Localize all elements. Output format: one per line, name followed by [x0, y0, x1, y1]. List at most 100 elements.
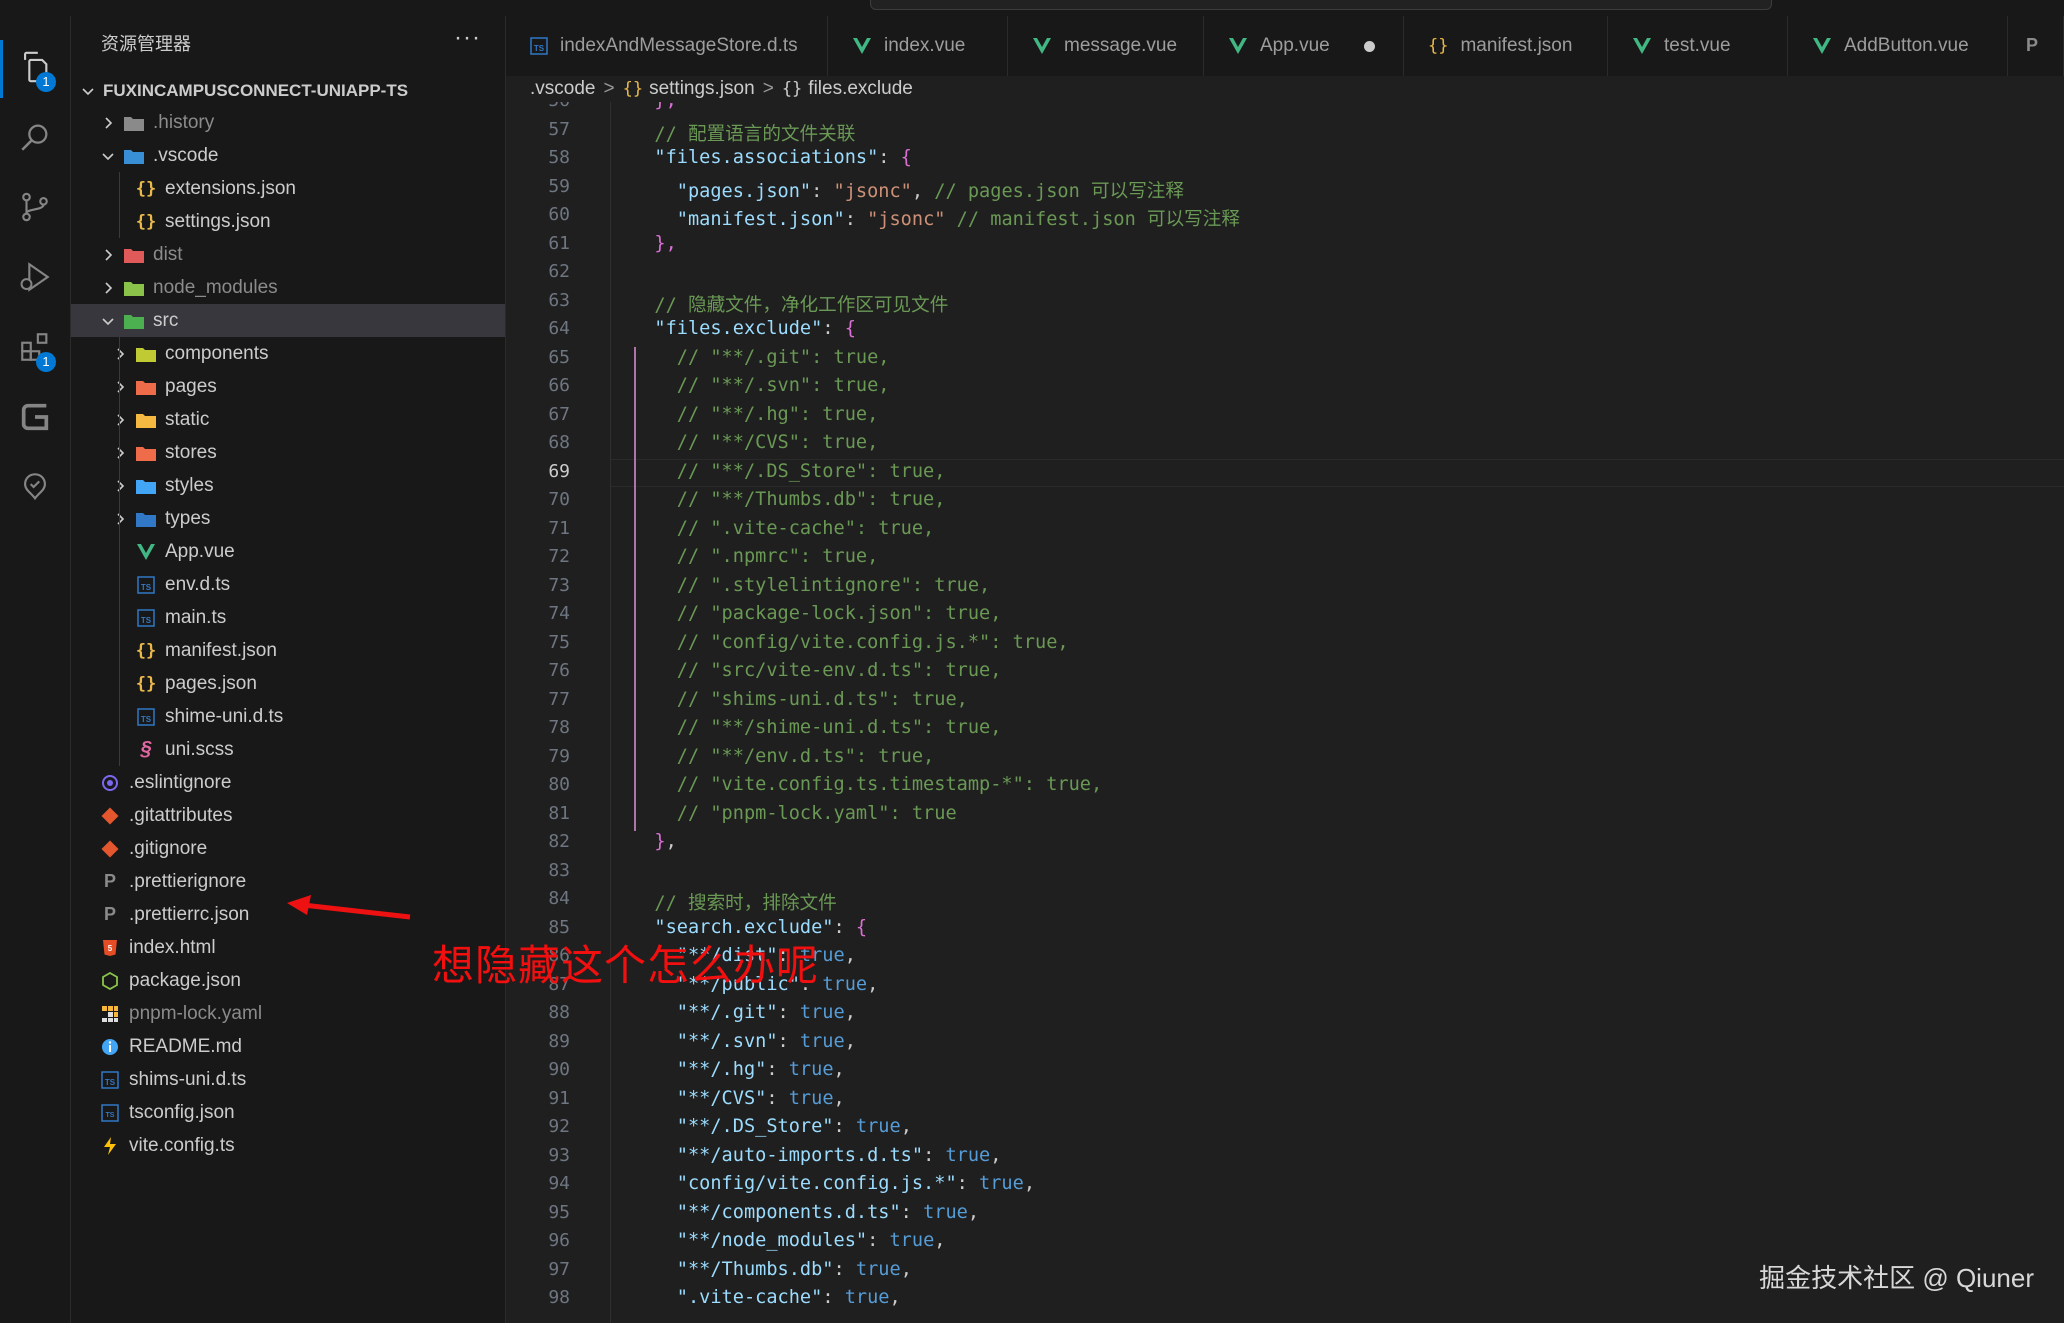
code-line[interactable]: },: [632, 233, 676, 254]
tree-item-label: index.html: [129, 936, 216, 958]
tab-message-vue[interactable]: message.vue: [1008, 16, 1204, 76]
activity-run-debug[interactable]: [0, 244, 70, 314]
tree-file[interactable]: § uni.scss: [71, 733, 505, 766]
project-root[interactable]: FUXINCAMPUSCONNECT-UNIAPP-TS: [71, 76, 505, 106]
code-line[interactable]: // ".stylelintignore": true,: [632, 575, 990, 596]
tree-file[interactable]: TS shime-uni.d.ts: [71, 700, 505, 733]
code-line[interactable]: // ".npmrc": true,: [632, 546, 879, 567]
code-line[interactable]: "**/Thumbs.db": true,: [632, 1259, 912, 1280]
code-line[interactable]: // "**/.DS_Store": true,: [632, 461, 946, 482]
tree-folder[interactable]: components: [71, 337, 505, 370]
code-line[interactable]: "pages.json": "jsonc", // pages.json 可以写…: [632, 176, 1184, 203]
tree-file[interactable]: {} extensions.json: [71, 172, 505, 205]
tab-test-vue[interactable]: test.vue: [1608, 16, 1788, 76]
tree-folder[interactable]: node_modules: [71, 271, 505, 304]
activity-explorer[interactable]: 1: [0, 34, 70, 104]
tree-file[interactable]: {} settings.json: [71, 205, 505, 238]
code-line[interactable]: "manifest.json": "jsonc" // manifest.jso…: [632, 204, 1240, 231]
line-number: 64: [548, 318, 570, 339]
code-line[interactable]: "**/components.d.ts": true,: [632, 1202, 979, 1223]
tree-file[interactable]: App.vue: [71, 535, 505, 568]
code-line[interactable]: "**/node_modules": true,: [632, 1230, 946, 1251]
code-line[interactable]: // "**/.svn": true,: [632, 375, 890, 396]
code-line[interactable]: "files.exclude": {: [632, 318, 856, 339]
activity-search[interactable]: [0, 104, 70, 174]
code-line[interactable]: // "config/vite.config.js.*": true,: [632, 632, 1069, 653]
tab-app-vue[interactable]: App.vue: [1204, 16, 1404, 76]
tree-file[interactable]: README.md: [71, 1030, 505, 1063]
tree-file[interactable]: {} pages.json: [71, 667, 505, 700]
tree-folder[interactable]: dist: [71, 238, 505, 271]
chevron-down-icon: [99, 312, 117, 330]
activity-gitlens[interactable]: [0, 384, 70, 454]
tree-file[interactable]: pnpm-lock.yaml: [71, 997, 505, 1030]
code-line[interactable]: // "**/.git": true,: [632, 346, 890, 368]
code-line[interactable]: // "**/CVS": true,: [632, 432, 879, 453]
tree-folder[interactable]: src: [71, 304, 505, 337]
tab-manifest-json[interactable]: {} manifest.json: [1404, 16, 1608, 76]
line-number: 91: [548, 1087, 570, 1109]
chevron-right-icon: [111, 345, 129, 363]
code-line[interactable]: "**/CVS": true,: [632, 1088, 845, 1109]
code-line[interactable]: "**/.hg": true,: [632, 1059, 845, 1080]
code-line[interactable]: "config/vite.config.js.*": true,: [632, 1173, 1035, 1194]
tree-file[interactable]: vite.config.ts: [71, 1129, 505, 1162]
tree-folder[interactable]: .history: [71, 106, 505, 139]
tree-file[interactable]: TS env.d.ts: [71, 568, 505, 601]
code-line[interactable]: "**/auto-imports.d.ts": true,: [632, 1145, 1002, 1166]
tree-file[interactable]: P .prettierignore: [71, 865, 505, 898]
code-line[interactable]: // "**/.hg": true,: [632, 404, 879, 425]
tab-indexandmessagestore-d-ts[interactable]: TS indexAndMessageStore.d.ts: [506, 16, 828, 76]
code-line[interactable]: // 配置语言的文件关联: [632, 119, 855, 146]
code-line[interactable]: // "vite.config.ts.timestamp-*": true,: [632, 774, 1102, 795]
gitlens-icon: [18, 400, 52, 439]
code-line[interactable]: },: [632, 831, 676, 852]
tab-index-vue[interactable]: index.vue: [828, 16, 1008, 76]
tree-file[interactable]: .eslintignore: [71, 766, 505, 799]
code-line[interactable]: // "**/env.d.ts": true,: [632, 746, 934, 767]
tab-addbutton-vue[interactable]: AddButton.vue: [1788, 16, 2008, 76]
tree-file[interactable]: {} manifest.json: [71, 634, 505, 667]
activity-extensions[interactable]: 1: [0, 314, 70, 384]
code-token: // "**/.git": true,: [632, 346, 890, 368]
code-line[interactable]: "**/.git": true,: [632, 1002, 856, 1023]
code-line[interactable]: "files.associations": {: [632, 147, 911, 168]
breadcrumb-file[interactable]: settings.json: [649, 78, 755, 100]
activity-source-control[interactable]: [0, 174, 70, 244]
tree-folder[interactable]: .vscode: [71, 139, 505, 172]
unsaved-dot-icon[interactable]: [1363, 40, 1375, 52]
tree-item-label: .prettierrc.json: [129, 903, 250, 925]
code-line[interactable]: // "shims-uni.d.ts": true,: [632, 689, 968, 710]
tree-folder[interactable]: types: [71, 502, 505, 535]
breadcrumb-symbol[interactable]: files.exclude: [808, 78, 913, 100]
tree-folder[interactable]: stores: [71, 436, 505, 469]
tab-overflow[interactable]: P: [2008, 16, 2064, 76]
code-line[interactable]: // "src/vite-env.d.ts": true,: [632, 660, 1002, 681]
tree-folder[interactable]: styles: [71, 469, 505, 502]
code-line[interactable]: // "pnpm-lock.yaml": true: [632, 803, 957, 824]
breadcrumb-folder[interactable]: .vscode: [530, 78, 595, 100]
command-center[interactable]: [870, 0, 1772, 10]
code-line[interactable]: // "**/Thumbs.db": true,: [632, 489, 946, 510]
more-actions-icon[interactable]: ···: [454, 24, 481, 52]
code-line[interactable]: // 隐藏文件，净化工作区可见文件: [632, 290, 948, 317]
tree-file[interactable]: TS main.ts: [71, 601, 505, 634]
tree-file[interactable]: .gitattributes: [71, 799, 505, 832]
tree-file[interactable]: TS tsconfig.json: [71, 1096, 505, 1129]
code-line[interactable]: ".vite-cache": true,: [632, 1287, 901, 1308]
code-line[interactable]: },: [632, 102, 676, 111]
code-line[interactable]: // 搜索时，排除文件: [632, 888, 836, 915]
tree-folder[interactable]: static: [71, 403, 505, 436]
code-editor[interactable]: 56 }, 57 // 配置语言的文件关联 58 "files.associatio…: [506, 102, 2064, 1323]
code-line[interactable]: // "package-lock.json": true,: [632, 603, 1002, 624]
tree-file[interactable]: TS shims-uni.d.ts: [71, 1063, 505, 1096]
tree-folder[interactable]: pages: [71, 370, 505, 403]
code-line[interactable]: "**/.DS_Store": true,: [632, 1116, 912, 1137]
tree-file[interactable]: .gitignore: [71, 832, 505, 865]
code-line[interactable]: // ".vite-cache": true,: [632, 518, 934, 539]
activity-remote[interactable]: [0, 454, 70, 524]
code-line[interactable]: "**/.svn": true,: [632, 1031, 856, 1052]
code-line[interactable]: // "**/shime-uni.d.ts": true,: [632, 717, 1002, 738]
